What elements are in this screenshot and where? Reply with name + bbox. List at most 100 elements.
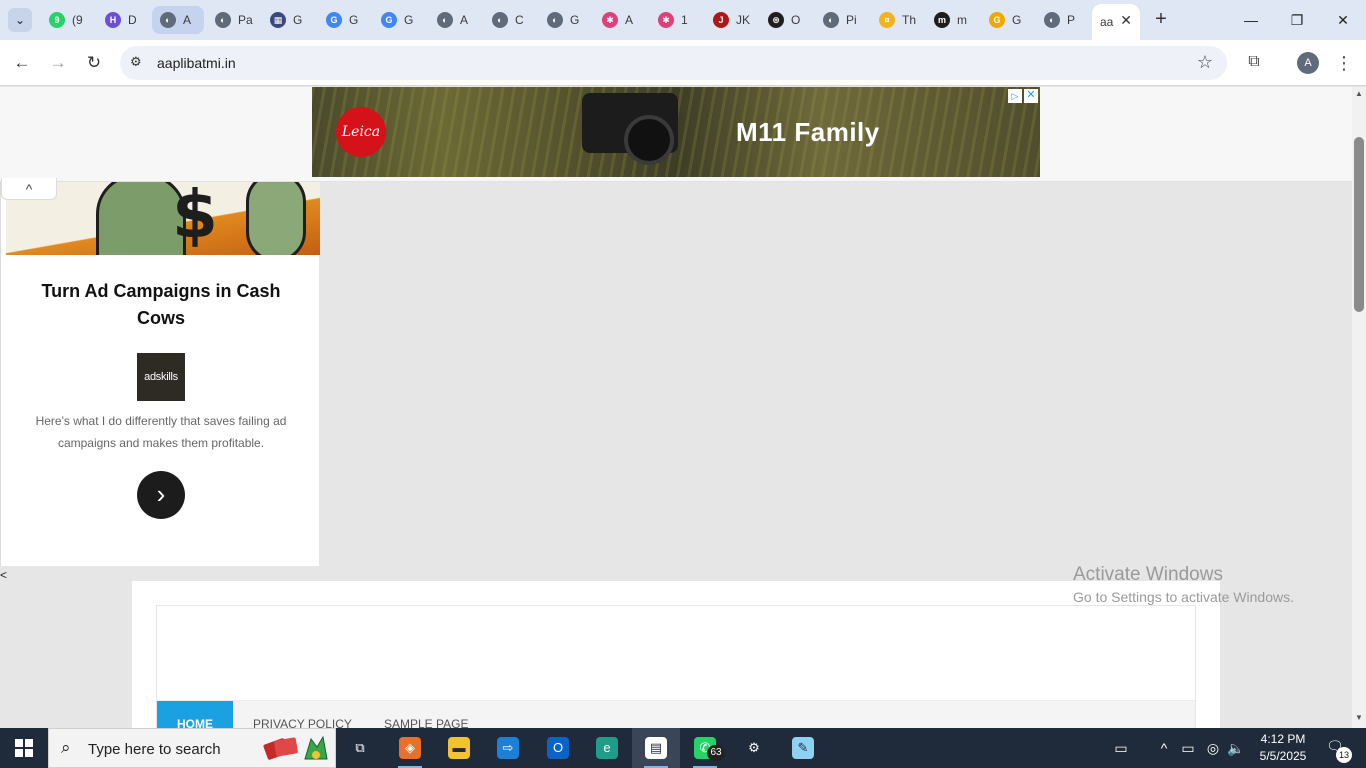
extensions-icon[interactable]: ⧉	[1243, 51, 1265, 73]
address-bar[interactable]: ⚙ aaplibatmi.in ☆	[120, 46, 1227, 80]
taskbar-app-chrome-profile[interactable]: ▤	[632, 728, 680, 768]
tab-title: G	[570, 13, 580, 27]
browser-tab[interactable]: ¤ Th	[871, 6, 923, 34]
tab-title: A	[460, 13, 469, 27]
taskbar-app-settings[interactable]: ⚙	[730, 728, 778, 768]
tray-chevron-icon[interactable]: ^	[1154, 738, 1174, 758]
browser-tab[interactable]: ◐ Pi	[815, 6, 867, 34]
taskbar-clock[interactable]: 4:12 PM 5/5/2025	[1252, 731, 1314, 765]
browser-tab[interactable]: HD	[97, 6, 149, 34]
taskbar-app-edge[interactable]: e	[583, 728, 631, 768]
taskbar-search-box[interactable]: ⌕ Type here to search	[48, 728, 336, 768]
tab-title: G	[293, 13, 303, 27]
browser-tab[interactable]: ⊛ O	[760, 6, 812, 34]
taskbar-app-outlook[interactable]: O	[534, 728, 582, 768]
start-button[interactable]	[0, 728, 48, 768]
browser-tab[interactable]: ◐ Pa	[207, 6, 259, 34]
browser-tab[interactable]: ◐ A	[429, 6, 481, 34]
site-info-icon[interactable]: ⚙	[130, 54, 142, 70]
restore-button[interactable]: ❐	[1282, 8, 1312, 32]
browser-tab[interactable]: ◐ C	[484, 6, 536, 34]
menu-item-privacy-policy[interactable]: PRIVACY POLICY	[233, 701, 372, 728]
site-nav-menu: HOME PRIVACY POLICY SAMPLE PAGE	[157, 700, 1195, 728]
money-character	[246, 182, 306, 255]
meet-now-icon[interactable]: ◎	[1203, 738, 1223, 758]
browser-tab[interactable]: ◐ A	[152, 6, 204, 34]
profile-avatar[interactable]: A	[1297, 52, 1319, 74]
browser-tab[interactable]: ✱ A	[594, 6, 646, 34]
tab-title: C	[515, 13, 524, 27]
taskbar-app-file-explorer[interactable]: ▬	[435, 728, 483, 768]
browser-tab[interactable]: ◐ P	[1036, 6, 1088, 34]
globe-icon: ◐	[215, 12, 231, 28]
back-button[interactable]: ←	[10, 51, 34, 75]
tab-title: Th	[902, 13, 917, 27]
scroll-up-arrow-icon[interactable]: ▲	[1354, 89, 1364, 99]
battery-icon[interactable]: ▭	[1178, 738, 1198, 758]
globe-icon: ◐	[823, 12, 839, 28]
ad-close-icon[interactable]: ✕	[1024, 89, 1038, 103]
taskbar-app-task-view[interactable]: ⧉	[336, 728, 384, 768]
browser-tab[interactable]: ◐ G	[539, 6, 591, 34]
adchoices-icon[interactable]: ▷	[1008, 89, 1022, 103]
globe-icon: ◐	[160, 12, 176, 28]
browser-menu-icon[interactable]: ⋮	[1334, 51, 1354, 75]
g-coin-icon: G	[989, 12, 1005, 28]
tab-search-button[interactable]: ⌄	[8, 8, 32, 32]
reload-button[interactable]: ↻	[82, 51, 106, 75]
stray-text: <	[0, 568, 8, 582]
browser-tab[interactable]: J JK	[705, 6, 757, 34]
browser-tab[interactable]: ▦ G	[262, 6, 314, 34]
edge-icon: e	[596, 737, 618, 759]
browser-tab[interactable]: 9 (9	[41, 6, 93, 34]
window-close-button[interactable]: ✕	[1328, 8, 1358, 32]
tab-title: 1	[681, 13, 688, 27]
taskbar-app-store[interactable]: ⇨	[484, 728, 532, 768]
taskbar-app-whatsapp[interactable]: ✆ 63	[681, 728, 729, 768]
scrollbar-thumb[interactable]	[1354, 137, 1364, 312]
globe-icon: ◐	[547, 12, 563, 28]
tab-title: A	[625, 13, 634, 27]
new-tab-button[interactable]: +	[1150, 8, 1172, 30]
browser-tab[interactable]: mm	[926, 6, 978, 34]
google-icon: G	[326, 12, 342, 28]
card-description: Here's what I do differently that saves …	[35, 414, 287, 450]
browser-tab[interactable]: GG	[981, 6, 1033, 34]
menu-item-home[interactable]: HOME	[157, 701, 233, 728]
tab-close-icon[interactable]: ✕	[1120, 12, 1132, 28]
browser-toolbar: ← → ↻ ⚙ aaplibatmi.in ☆ ⧉ A ⋮	[0, 40, 1366, 86]
browser-tab[interactable]: GG	[318, 6, 370, 34]
volume-icon[interactable]: 🔈	[1226, 738, 1246, 758]
ad-banner[interactable]: Leica M11 Family ▷ ✕	[312, 87, 1040, 177]
taskbar-app-notepad[interactable]: ✎	[779, 728, 827, 768]
app-grid-icon: ▦	[270, 12, 286, 28]
h-logo-icon: H	[105, 12, 121, 28]
taskbar-app-copilot[interactable]: ◈	[386, 728, 434, 768]
scroll-down-arrow-icon[interactable]: ▼	[1354, 713, 1364, 723]
minimize-button[interactable]: —	[1236, 8, 1266, 32]
forward-button[interactable]: →	[46, 51, 70, 75]
action-center-icon[interactable]: ▭	[1108, 738, 1134, 758]
site-header-box: HOME PRIVACY POLICY SAMPLE PAGE	[132, 581, 1220, 728]
tab-title: P	[1067, 13, 1076, 27]
globe-icon: ◐	[1044, 12, 1060, 28]
tab-title: m	[957, 13, 967, 27]
page-scrollbar[interactable]: ▲ ▼	[1352, 87, 1366, 728]
card-title[interactable]: Turn Ad Campaigns in Cash Cows	[31, 278, 291, 332]
side-ad-card[interactable]: ^ $ Turn Ad Campaigns in Cash Cows adski…	[0, 178, 320, 566]
unread-count-badge: 63	[707, 745, 725, 761]
browser-tab[interactable]: GG	[373, 6, 425, 34]
collapse-chevron-icon[interactable]: ^	[1, 178, 57, 200]
jk-logo-icon: J	[713, 12, 729, 28]
browser-tab[interactable]: aa ✕	[1092, 4, 1140, 40]
url-text[interactable]: aaplibatmi.in	[157, 55, 236, 71]
next-arrow-button[interactable]: ›	[137, 471, 185, 519]
chatgpt-icon: ⊛	[768, 12, 784, 28]
bookmark-star-icon[interactable]: ☆	[1197, 52, 1213, 73]
menu-item-sample-page[interactable]: SAMPLE PAGE	[364, 701, 488, 728]
notification-count-badge: 13	[1336, 747, 1352, 763]
search-placeholder[interactable]: Type here to search	[88, 741, 221, 758]
search-highlight-illustration	[263, 735, 328, 760]
tab-title: JK	[736, 13, 751, 27]
browser-tab[interactable]: ✱ 1	[650, 6, 702, 34]
